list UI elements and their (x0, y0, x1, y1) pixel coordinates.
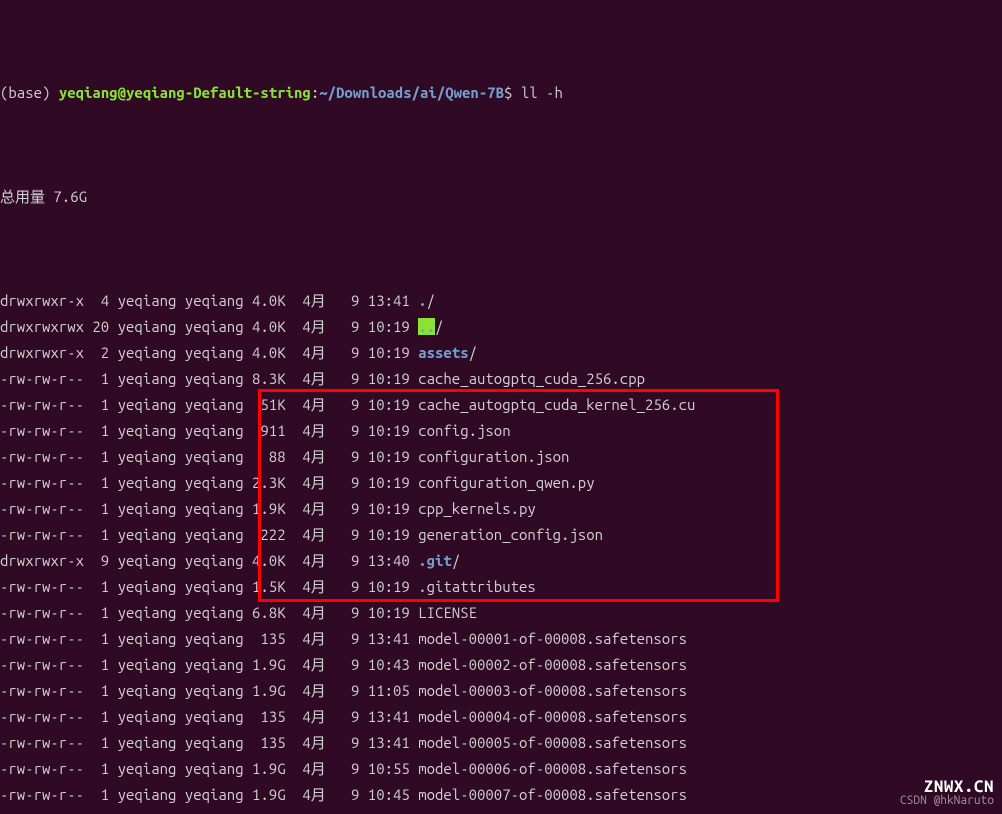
dir-slash: / (435, 318, 443, 335)
prompt-dollar: $ (504, 84, 521, 101)
dir-slash: / (427, 292, 435, 309)
file-metadata: -rw-rw-r-- 1 yeqiang yeqiang 1.9G 4月 9 1… (0, 682, 418, 699)
file-name: configuration_qwen.py (418, 474, 594, 491)
file-metadata: drwxrwxrwx 20 yeqiang yeqiang 4.0K 4月 9 … (0, 318, 418, 335)
file-name: .git (418, 552, 452, 569)
file-metadata: -rw-rw-r-- 1 yeqiang yeqiang 51K 4月 9 10… (0, 396, 418, 413)
dir-slash: / (452, 552, 460, 569)
file-row: -rw-rw-r-- 1 yeqiang yeqiang 135 4月 9 13… (0, 704, 1002, 730)
file-row: drwxrwxr-x 4 yeqiang yeqiang 4.0K 4月 9 1… (0, 288, 1002, 314)
file-metadata: -rw-rw-r-- 1 yeqiang yeqiang 1.9G 4月 9 1… (0, 760, 418, 777)
file-metadata: -rw-rw-r-- 1 yeqiang yeqiang 6.8K 4月 9 1… (0, 604, 418, 621)
file-metadata: -rw-rw-r-- 1 yeqiang yeqiang 911 4月 9 10… (0, 422, 418, 439)
file-row: -rw-rw-r-- 1 yeqiang yeqiang 1.9G 4月 9 1… (0, 756, 1002, 782)
file-row: -rw-rw-r-- 1 yeqiang yeqiang 135 4月 9 13… (0, 808, 1002, 814)
file-metadata: drwxrwxr-x 2 yeqiang yeqiang 4.0K 4月 9 1… (0, 344, 418, 361)
file-name: cache_autogptq_cuda_256.cpp (418, 370, 645, 387)
file-row: -rw-rw-r-- 1 yeqiang yeqiang 222 4月 9 10… (0, 522, 1002, 548)
file-row: drwxrwxrwx 20 yeqiang yeqiang 4.0K 4月 9 … (0, 314, 1002, 340)
file-metadata: -rw-rw-r-- 1 yeqiang yeqiang 2.3K 4月 9 1… (0, 474, 418, 491)
file-name: cpp_kernels.py (418, 500, 536, 517)
file-row: -rw-rw-r-- 1 yeqiang yeqiang 135 4月 9 13… (0, 730, 1002, 756)
file-name: .. (418, 318, 435, 335)
file-row: -rw-rw-r-- 1 yeqiang yeqiang 911 4月 9 10… (0, 418, 1002, 444)
file-row: -rw-rw-r-- 1 yeqiang yeqiang 6.8K 4月 9 1… (0, 600, 1002, 626)
file-metadata: drwxrwxr-x 9 yeqiang yeqiang 4.0K 4月 9 1… (0, 552, 418, 569)
prompt-env: (base) (0, 84, 59, 101)
file-name: configuration.json (418, 448, 569, 465)
terminal-output[interactable]: (base) yeqiang@yeqiang-Default-string:~/… (0, 0, 1002, 814)
file-name: cache_autogptq_cuda_kernel_256.cu (418, 396, 695, 413)
file-row: drwxrwxr-x 9 yeqiang yeqiang 4.0K 4月 9 1… (0, 548, 1002, 574)
file-name: .gitattributes (418, 578, 536, 595)
total-line: 总用量 7.6G (0, 184, 1002, 210)
file-name: config.json (418, 422, 510, 439)
file-name: model-00007-of-00008.safetensors (418, 786, 687, 803)
file-metadata: -rw-rw-r-- 1 yeqiang yeqiang 1.9G 4月 9 1… (0, 656, 418, 673)
file-metadata: -rw-rw-r-- 1 yeqiang yeqiang 1.9K 4月 9 1… (0, 500, 418, 517)
file-name: assets (418, 344, 468, 361)
file-row: -rw-rw-r-- 1 yeqiang yeqiang 8.3K 4月 9 1… (0, 366, 1002, 392)
prompt-line[interactable]: (base) yeqiang@yeqiang-Default-string:~/… (0, 80, 1002, 106)
file-metadata: -rw-rw-r-- 1 yeqiang yeqiang 1.9G 4月 9 1… (0, 786, 418, 803)
file-metadata: -rw-rw-r-- 1 yeqiang yeqiang 135 4月 9 13… (0, 734, 418, 751)
prompt-user-host: yeqiang@yeqiang-Default-string (59, 84, 311, 101)
file-name: LICENSE (418, 604, 477, 621)
file-row: -rw-rw-r-- 1 yeqiang yeqiang 51K 4月 9 10… (0, 392, 1002, 418)
file-name: model-00003-of-00008.safetensors (418, 682, 687, 699)
file-row: -rw-rw-r-- 1 yeqiang yeqiang 2.3K 4月 9 1… (0, 470, 1002, 496)
file-metadata: -rw-rw-r-- 1 yeqiang yeqiang 88 4月 9 10:… (0, 448, 418, 465)
file-name: model-00004-of-00008.safetensors (418, 708, 687, 725)
file-name: model-00001-of-00008.safetensors (418, 630, 687, 647)
file-name: . (418, 292, 426, 309)
file-name: model-00002-of-00008.safetensors (418, 656, 687, 673)
typed-command[interactable]: ll -h (521, 84, 563, 101)
file-row: -rw-rw-r-- 1 yeqiang yeqiang 1.9K 4月 9 1… (0, 496, 1002, 522)
prompt-colon: : (311, 84, 319, 101)
file-row: -rw-rw-r-- 1 yeqiang yeqiang 135 4月 9 13… (0, 626, 1002, 652)
prompt-cwd: ~/Downloads/ai/Qwen-7B (319, 84, 504, 101)
file-metadata: -rw-rw-r-- 1 yeqiang yeqiang 135 4月 9 13… (0, 630, 418, 647)
file-row: -rw-rw-r-- 1 yeqiang yeqiang 88 4月 9 10:… (0, 444, 1002, 470)
file-name: model-00005-of-00008.safetensors (418, 734, 687, 751)
file-metadata: -rw-rw-r-- 1 yeqiang yeqiang 1.5K 4月 9 1… (0, 578, 418, 595)
dir-slash: / (469, 344, 477, 361)
file-metadata: -rw-rw-r-- 1 yeqiang yeqiang 135 4月 9 13… (0, 708, 418, 725)
file-metadata: drwxrwxr-x 4 yeqiang yeqiang 4.0K 4月 9 1… (0, 292, 418, 309)
file-row: -rw-rw-r-- 1 yeqiang yeqiang 1.9G 4月 9 1… (0, 782, 1002, 808)
file-metadata: -rw-rw-r-- 1 yeqiang yeqiang 8.3K 4月 9 1… (0, 370, 418, 387)
file-row: -rw-rw-r-- 1 yeqiang yeqiang 1.9G 4月 9 1… (0, 678, 1002, 704)
file-listing: drwxrwxr-x 4 yeqiang yeqiang 4.0K 4月 9 1… (0, 288, 1002, 814)
file-row: -rw-rw-r-- 1 yeqiang yeqiang 1.9G 4月 9 1… (0, 652, 1002, 678)
file-name: model-00006-of-00008.safetensors (418, 760, 687, 777)
file-row: drwxrwxr-x 2 yeqiang yeqiang 4.0K 4月 9 1… (0, 340, 1002, 366)
file-row: -rw-rw-r-- 1 yeqiang yeqiang 1.5K 4月 9 1… (0, 574, 1002, 600)
file-metadata: -rw-rw-r-- 1 yeqiang yeqiang 222 4月 9 10… (0, 526, 418, 543)
file-name: generation_config.json (418, 526, 603, 543)
